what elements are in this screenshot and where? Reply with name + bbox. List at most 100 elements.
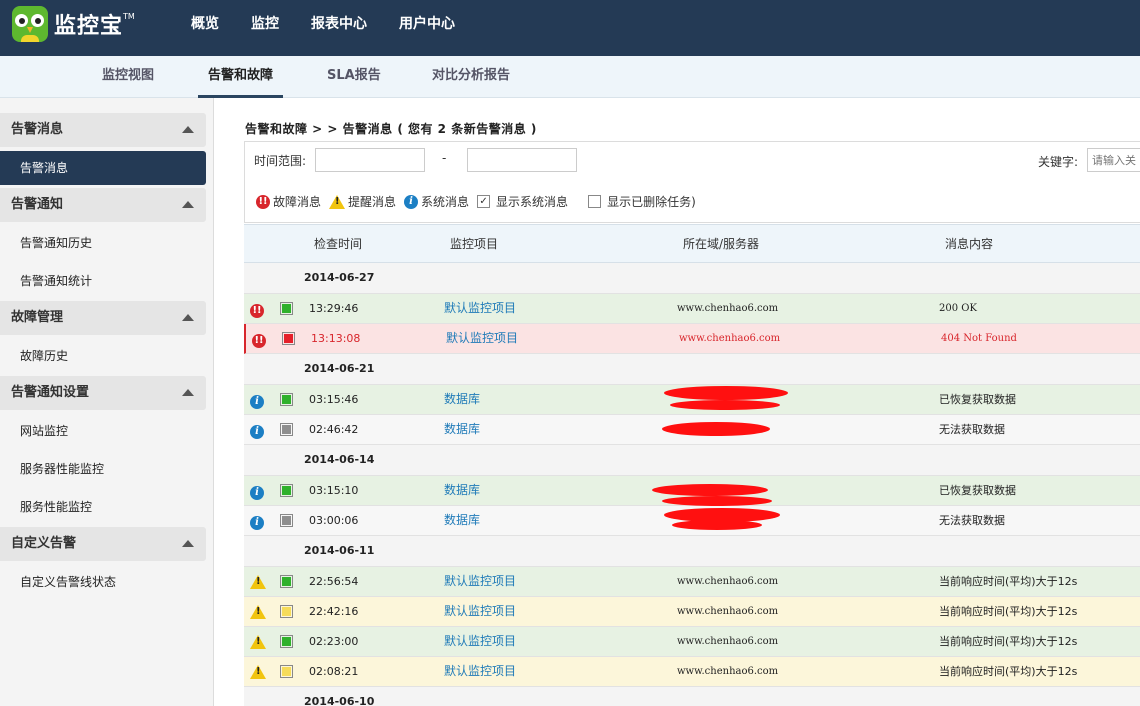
sidebar-group-alert-notify[interactable]: 告警通知 — [0, 188, 206, 222]
table-row[interactable]: 22:42:16 默认监控项目 www.chenhao6.com 当前响应时间(平均)… — [244, 597, 1140, 627]
date-label: 2014-06-14 — [304, 453, 375, 466]
monitor-item-link[interactable]: 默认监控项目 — [444, 597, 516, 626]
sidebar-item-server-perf-monitor[interactable]: 服务器性能监控 — [0, 452, 206, 486]
monitor-item-link[interactable]: 数据库 — [444, 476, 480, 505]
sidebar-group-custom-alert[interactable]: 自定义告警 — [0, 527, 206, 561]
table-row[interactable]: !! 13:29:46 默认监控项目 www.chenhao6.com 200 OK — [244, 294, 1140, 324]
show-system-checkbox[interactable]: ✓ — [477, 195, 491, 208]
time-range-label: 时间范围: — [254, 154, 307, 168]
check-time: 03:00:06 — [309, 514, 359, 527]
tab-comparison-report[interactable]: 对比分析报告 — [432, 56, 510, 98]
tab-sla-report[interactable]: SLA报告 — [327, 56, 381, 98]
sidebar-item-website-monitor[interactable]: 网站监控 — [0, 414, 206, 448]
sidebar-item-custom-alert-status[interactable]: 自定义告警线状态 — [0, 565, 206, 599]
sidebar-item-alert-messages[interactable]: 告警消息 — [0, 151, 206, 185]
col-check-time[interactable]: 检查时间 — [314, 225, 362, 263]
monitor-item-link[interactable]: 默认监控项目 — [444, 627, 516, 656]
host-name: www.chenhao6.com — [677, 666, 779, 677]
end-date-input[interactable] — [467, 148, 577, 172]
tab-monitor-view[interactable]: 监控视图 — [102, 56, 154, 98]
row-type-icon: !! — [252, 332, 269, 348]
sidebar-item-notify-history[interactable]: 告警通知历史 — [0, 226, 206, 260]
date-label: 2014-06-27 — [304, 271, 375, 284]
host-name: www.chenhao6.com — [677, 576, 779, 587]
date-group-row: 2014-06-11 — [244, 536, 1140, 567]
sidebar-group-notify-settings[interactable]: 告警通知设置 — [0, 376, 206, 410]
fault-icon: !! — [250, 303, 264, 318]
start-date-input[interactable] — [315, 148, 425, 172]
fault-icon: !! — [256, 194, 270, 209]
fault-legend-label: 故障消息 — [273, 195, 322, 209]
warning-icon — [250, 605, 266, 619]
message-type-legend: !!故障消息 提醒消息 i系统消息 ✓ 显示系统消息 显示已删除任务) — [256, 193, 704, 210]
sub-navbar: 监控视图 告警和故障 SLA报告 对比分析报告 — [0, 56, 1140, 98]
sidebar-group-label: 告警消息 — [11, 122, 64, 137]
table-row[interactable]: 02:23:00 默认监控项目 www.chenhao6.com 当前响应时间(平均)… — [244, 627, 1140, 657]
status-square-icon — [280, 575, 293, 588]
breadcrumb: 告警和故障 > > 告警消息 ( 您有 2 条新告警消息 ) — [245, 122, 537, 136]
warning-icon — [329, 194, 346, 209]
sidebar-group-fault-mgmt[interactable]: 故障管理 — [0, 301, 206, 335]
top-navbar: 监控宝 TM 概览 监控 报表中心 用户中心 — [0, 0, 1140, 56]
message-content: 已恢复获取数据 — [939, 393, 1016, 406]
row-type-icon: i — [250, 393, 267, 409]
fault-icon: !! — [252, 333, 266, 348]
info-icon: i — [250, 515, 264, 530]
table-row[interactable]: 22:56:54 默认监控项目 www.chenhao6.com 当前响应时间(平均)… — [244, 567, 1140, 597]
warning-icon — [250, 575, 266, 589]
message-content: 当前响应时间(平均)大于12s — [939, 665, 1078, 678]
host-name: www.chenhao6.com — [677, 303, 779, 314]
nav-monitor[interactable]: 监控 — [235, 0, 295, 50]
status-square-icon — [280, 665, 293, 678]
monitor-item-link[interactable]: 默认监控项目 — [444, 294, 516, 323]
message-content: 当前响应时间(平均)大于12s — [939, 635, 1078, 648]
brand-logo[interactable]: 监控宝 TM — [12, 4, 135, 44]
nav-report-center[interactable]: 报表中心 — [295, 0, 383, 50]
redaction-mark — [652, 484, 768, 496]
col-monitor-item[interactable]: 监控项目 — [450, 225, 498, 263]
message-content: 404 Not Found — [941, 333, 1017, 344]
status-square-icon — [280, 605, 293, 618]
row-type-icon — [250, 635, 269, 652]
sidebar-item-service-perf-monitor[interactable]: 服务性能监控 — [0, 490, 206, 524]
col-message[interactable]: 消息内容 — [945, 225, 993, 263]
owl-logo-icon — [12, 6, 48, 42]
table-row[interactable]: 02:08:21 默认监控项目 www.chenhao6.com 当前响应时间(平均)… — [244, 657, 1140, 687]
status-square-icon — [280, 514, 293, 527]
brand-trademark: TM — [123, 11, 135, 21]
check-time: 03:15:46 — [309, 393, 359, 406]
monitor-item-link[interactable]: 数据库 — [444, 415, 480, 444]
message-content: 200 OK — [939, 303, 977, 314]
date-group-row: 2014-06-14 — [244, 445, 1140, 476]
table-row[interactable]: !! 13:13:08 默认监控项目 www.chenhao6.com 404 Not … — [244, 324, 1140, 354]
date-label: 2014-06-21 — [304, 362, 375, 375]
monitor-item-link[interactable]: 数据库 — [444, 385, 480, 414]
sidebar-item-notify-stats[interactable]: 告警通知统计 — [0, 264, 206, 298]
status-square-icon — [280, 484, 293, 497]
caret-up-icon — [182, 126, 194, 133]
sidebar-group-alert-messages[interactable]: 告警消息 — [0, 113, 206, 147]
tab-alerts-faults[interactable]: 告警和故障 — [198, 56, 284, 98]
brand-name: 监控宝 — [54, 14, 124, 39]
monitor-item-link[interactable]: 数据库 — [444, 506, 480, 535]
monitor-item-link[interactable]: 默认监控项目 — [446, 324, 518, 353]
info-icon: i — [250, 394, 264, 409]
message-content: 当前响应时间(平均)大于12s — [939, 575, 1078, 588]
col-domain-server[interactable]: 所在域/服务器 — [683, 225, 759, 263]
show-deleted-label: 显示已删除任务) — [607, 195, 696, 209]
monitor-item-link[interactable]: 默认监控项目 — [444, 567, 516, 596]
keyword-label: 关键字: — [1038, 155, 1079, 169]
host-name: www.chenhao6.com — [679, 333, 781, 344]
status-square-icon — [280, 635, 293, 648]
caret-up-icon — [182, 201, 194, 208]
sidebar-item-fault-history[interactable]: 故障历史 — [0, 339, 206, 373]
show-deleted-checkbox[interactable] — [588, 195, 602, 208]
redaction-mark — [662, 496, 772, 506]
monitor-item-link[interactable]: 默认监控项目 — [444, 657, 516, 686]
row-type-icon — [250, 665, 269, 682]
nav-overview[interactable]: 概览 — [175, 0, 235, 50]
keyword-input[interactable] — [1087, 148, 1140, 172]
info-icon: i — [250, 424, 264, 439]
message-content: 当前响应时间(平均)大于12s — [939, 605, 1078, 618]
nav-user-center[interactable]: 用户中心 — [383, 0, 471, 50]
